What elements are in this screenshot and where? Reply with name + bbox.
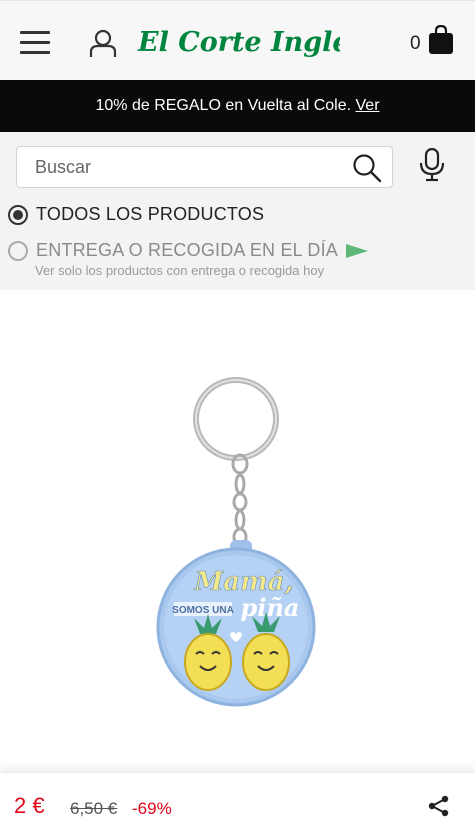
search-icon[interactable] xyxy=(352,153,382,183)
search-input[interactable] xyxy=(35,147,355,187)
user-icon[interactable] xyxy=(88,28,118,58)
logo-text: El Corte Inglés xyxy=(137,27,340,58)
search-filter-area: TODOS LOS PRODUCTOS ENTREGA O RECOGIDA E… xyxy=(0,132,475,290)
cart-count: 0 xyxy=(410,33,421,54)
product-image[interactable]: Mamá, SOMOS UNA piña xyxy=(140,372,340,712)
filter-all-products-label: TODOS LOS PRODUCTOS xyxy=(36,204,265,224)
product-text-bottom: piña xyxy=(241,593,300,622)
filter-same-day[interactable]: ENTREGA O RECOGIDA EN EL DÍA xyxy=(8,240,369,261)
discount-badge: -69% xyxy=(132,799,172,818)
shopping-bag-icon[interactable] xyxy=(428,25,454,55)
price-bar: 2 € 6,50 € -69% xyxy=(0,772,475,823)
radio-unchecked-icon[interactable] xyxy=(8,240,28,261)
filter-same-day-label: ENTREGA O RECOGIDA EN EL DÍA xyxy=(36,240,339,260)
filter-all-products[interactable]: TODOS LOS PRODUCTOS xyxy=(8,204,264,225)
filter-same-day-subtitle: Ver solo los productos con entrega o rec… xyxy=(35,263,325,278)
search-box xyxy=(16,146,393,188)
site-header: El Corte Inglés 0 xyxy=(0,0,475,80)
radio-checked-icon[interactable] xyxy=(8,204,28,225)
hamburger-menu-icon[interactable] xyxy=(20,31,50,55)
product-text-mid: SOMOS UNA xyxy=(172,605,234,616)
el-corte-ingles-logo[interactable]: El Corte Inglés xyxy=(136,19,340,71)
current-price: 2 € xyxy=(14,793,45,818)
promo-text: 10% de REGALO en Vuelta al Cole. xyxy=(95,97,352,114)
share-icon[interactable] xyxy=(428,795,450,817)
promo-banner: 10% de REGALO en Vuelta al Cole. Ver xyxy=(0,80,475,132)
green-flag-icon xyxy=(346,243,369,258)
old-price: 6,50 € xyxy=(70,799,118,818)
microphone-icon[interactable] xyxy=(418,148,446,182)
promo-link[interactable]: Ver xyxy=(356,97,380,114)
